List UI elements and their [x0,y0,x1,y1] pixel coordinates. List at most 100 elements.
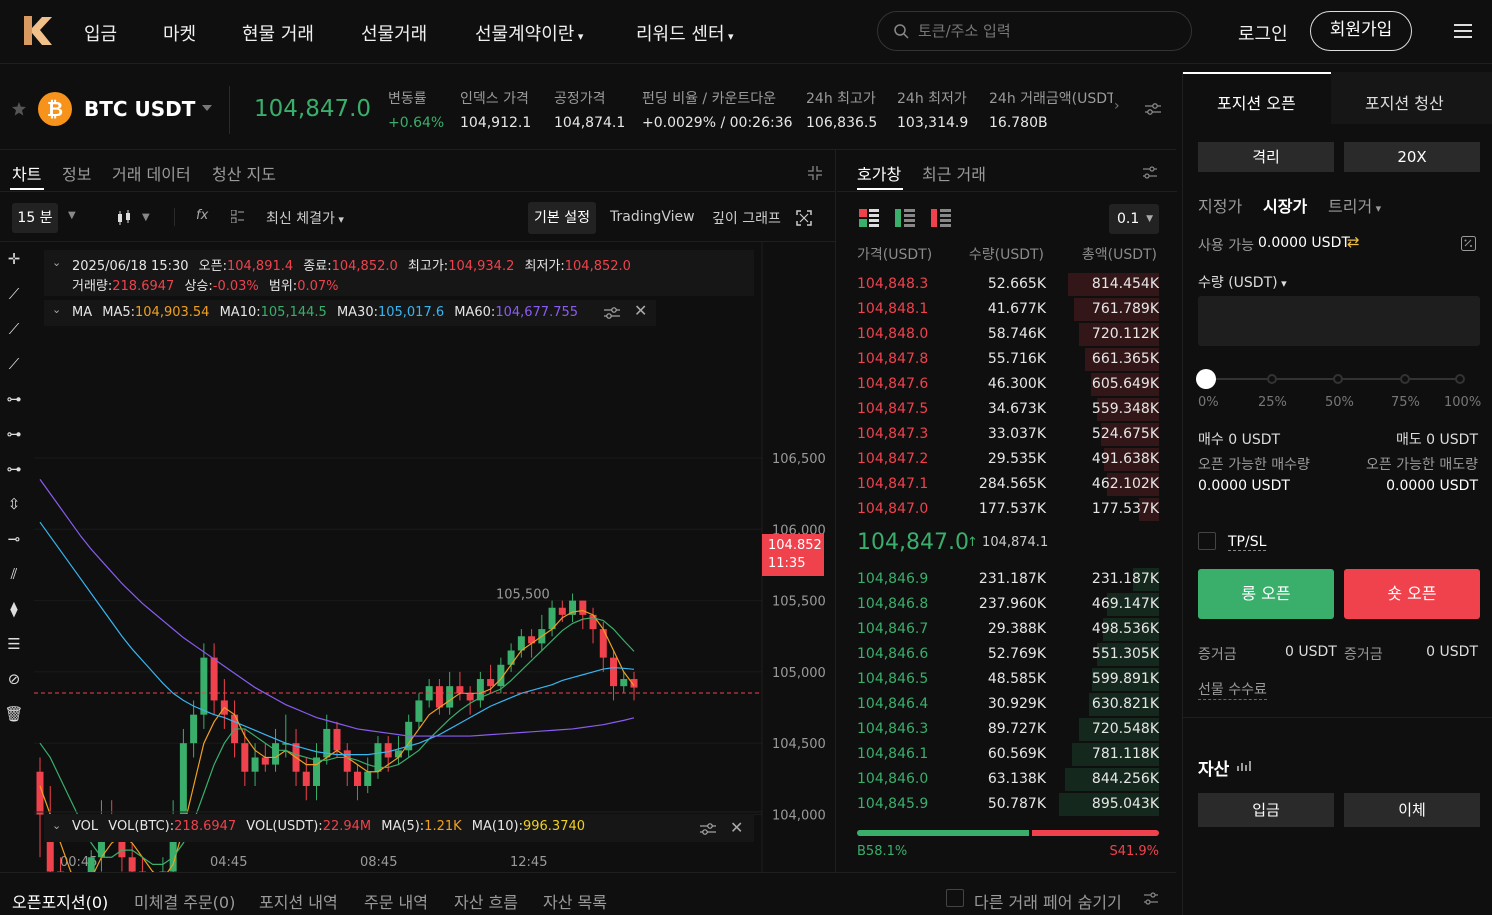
crosshair-icon[interactable]: ✛ [4,250,24,270]
login-link[interactable]: 로그인 [1238,20,1288,46]
nav-deposit[interactable]: 입금 [84,20,117,46]
ask-row[interactable]: 104,847.8 55.716K 661.365K [837,347,1159,372]
view-both-icon[interactable] [859,209,879,227]
collapse-icon[interactable] [808,166,822,180]
parallel-line-icon[interactable]: ⊶ [4,460,24,480]
candlestick-chart[interactable]: 106,500106,000105,500105,000104,500104,0… [34,242,836,872]
precision-select[interactable]: 0.1 ▼ [1109,204,1159,234]
transfer-arrows-icon[interactable]: ⇄ [1347,233,1360,251]
ma-collapse-icon[interactable]: ⌄ [52,303,61,316]
last-price-select[interactable]: 최신 체결가 [266,208,344,228]
search-box[interactable] [877,11,1192,51]
orderbook-settings-icon[interactable] [1143,166,1157,179]
ask-row[interactable]: 104,847.1 284.565K 462.102K [837,472,1159,497]
tab-asset-list[interactable]: 자산 목록 [543,889,607,913]
channel-icon[interactable]: ⫽ [4,565,24,585]
order-type-trigger[interactable]: 트리거 [1328,193,1381,217]
tab-orderbook[interactable]: 호가창 [857,161,901,185]
ask-row[interactable]: 104,847.3 33.037K 524.675K [837,422,1159,447]
tab-info[interactable]: 정보 [62,161,91,185]
asset-chart-icon[interactable] [1237,759,1251,772]
basic-view-button[interactable]: 기본 설정 [528,202,596,234]
fullscreen-icon[interactable] [796,210,812,226]
bid-row[interactable]: 104,846.5 48.585K 599.891K [837,667,1159,692]
bid-row[interactable]: 104,846.3 89.727K 720.548K [837,717,1159,742]
trash-icon[interactable]: 🗑 [4,705,24,725]
candle-dropdown-icon[interactable]: ▼ [142,212,150,223]
tab-open-orders[interactable]: 미체결 주문(0) [134,889,235,913]
kcex-logo-icon[interactable] [20,14,54,48]
tab-trade-data[interactable]: 거래 데이터 [112,161,191,185]
pattern-icon[interactable]: ⧫ [4,600,24,620]
futures-fee-link[interactable]: 선물 수수료 [1198,679,1267,700]
vertical-line-icon[interactable]: ⇳ [4,495,24,515]
chevron-right-icon[interactable]: › [1114,98,1120,114]
margin-mode-button[interactable]: 격리 [1198,142,1334,172]
slider-tick[interactable] [1267,374,1277,384]
tab-chart[interactable]: 차트 [12,161,41,185]
ask-row[interactable]: 104,847.6 46.300K 605.649K [837,372,1159,397]
view-bids-icon[interactable] [895,209,915,227]
slider-tick[interactable] [1455,374,1465,384]
depth-chart-button[interactable]: 깊이 그래프 [712,208,781,228]
ask-row[interactable]: 104,847.0 177.537K 177.537K [837,497,1159,522]
hide-pairs-label[interactable]: 다른 거래 페어 숨기기 [974,889,1122,913]
hide-drawings-icon[interactable]: ⊘ [4,670,24,690]
trendline-icon[interactable]: ⟋ [4,285,24,305]
quantity-slider-handle[interactable] [1196,369,1216,389]
bid-row[interactable]: 104,846.9 231.187K 231.187K [837,567,1159,592]
ma-close-icon[interactable]: ✕ [634,301,647,320]
tpsl-label[interactable]: TP/SL [1228,534,1267,551]
tab-recent-trades[interactable]: 최근 거래 [922,161,986,185]
quantity-input[interactable] [1198,296,1480,346]
bid-row[interactable]: 104,846.0 63.138K 844.256K [837,767,1159,792]
nav-futures[interactable]: 선물거래 [361,20,427,46]
chevron-down-icon[interactable] [202,105,212,111]
tab-position-history[interactable]: 포지션 내역 [259,889,338,913]
nav-markets[interactable]: 마켓 [163,20,196,46]
view-asks-icon[interactable] [931,209,951,227]
ask-row[interactable]: 104,848.0 58.746K 720.112K [837,322,1159,347]
ask-row[interactable]: 104,847.2 29.535K 491.638K [837,447,1159,472]
vol-settings-icon[interactable] [700,822,716,836]
open-long-button[interactable]: 롱 오픈 [1198,569,1334,619]
slider-tick[interactable] [1400,374,1410,384]
tradingview-button[interactable]: TradingView [610,209,695,225]
positions-settings-icon[interactable] [1144,892,1158,905]
menu-icon[interactable] [1454,24,1472,38]
ask-row[interactable]: 104,848.1 41.677K 761.789K [837,297,1159,322]
tab-open-position[interactable]: 포지션 오픈 [1217,90,1296,114]
collapse-chevron-icon[interactable]: ⌄ [52,256,61,269]
horizontal-ray-icon[interactable]: ⊶ [4,425,24,445]
star-icon[interactable] [12,102,26,116]
tab-open-positions[interactable]: 오픈포지션(0) [12,889,108,913]
tab-close-position[interactable]: 포지션 청산 [1365,90,1444,114]
candle-type-icon[interactable] [116,210,132,226]
quantity-unit-select[interactable]: 수량 (USDT) [1198,272,1287,292]
hide-pairs-checkbox[interactable] [946,889,964,907]
tab-liquidation-map[interactable]: 청산 지도 [212,161,276,185]
interval-dropdown-icon[interactable]: ▼ [68,210,76,221]
nav-rewards[interactable]: 리워드 센터 [636,20,734,46]
tab-asset-flow[interactable]: 자산 흐름 [454,889,518,913]
ask-row[interactable]: 104,848.3 52.665K 814.454K [837,272,1159,297]
signup-button[interactable]: 회원가입 [1310,11,1412,51]
symbol-name[interactable]: BTC USDT [84,97,195,121]
ray-icon[interactable]: ⟋ [4,320,24,340]
calculator-icon[interactable] [1461,236,1476,251]
vol-collapse-icon[interactable]: ⌄ [52,819,61,832]
bid-row[interactable]: 104,846.1 60.569K 781.118K [837,742,1159,767]
horizontal-line-icon[interactable]: ⊶ [4,390,24,410]
slider-tick[interactable] [1333,374,1343,384]
settings-sliders-icon[interactable] [1145,102,1161,116]
extended-line-icon[interactable]: ⟋ [4,355,24,375]
tab-order-history[interactable]: 주문 내역 [364,889,428,913]
tpsl-checkbox[interactable] [1198,532,1216,550]
nav-spot[interactable]: 현물 거래 [242,20,314,46]
bid-row[interactable]: 104,845.9 50.787K 895.043K [837,792,1159,817]
bid-row[interactable]: 104,846.4 30.929K 630.821K [837,692,1159,717]
search-input[interactable] [918,21,1178,41]
ma-settings-icon[interactable] [604,306,620,320]
bid-row[interactable]: 104,846.8 237.960K 469.147K [837,592,1159,617]
nav-futures-intro[interactable]: 선물계약이란 [475,20,583,46]
